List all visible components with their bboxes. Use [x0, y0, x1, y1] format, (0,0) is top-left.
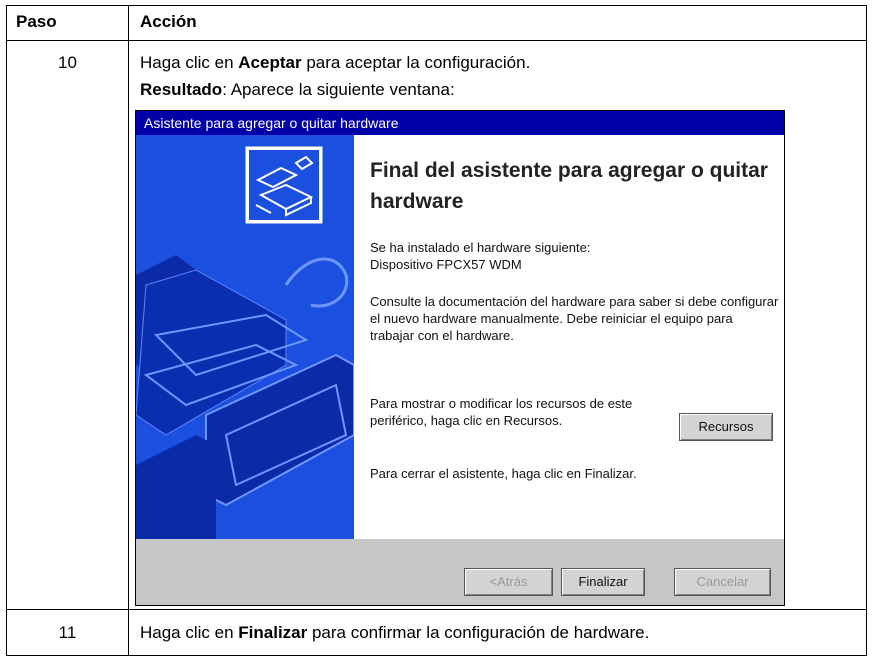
step-number-11: 11	[58, 623, 77, 642]
header-accion: Acción	[140, 12, 197, 31]
header-divider	[7, 40, 866, 41]
finish-button[interactable]: Finalizar	[561, 568, 645, 596]
close-instruction: Para cerrar el asistente, haga clic en F…	[370, 466, 637, 481]
wizard-window: Asistente para agregar o quitar hardware	[135, 110, 785, 606]
device-name: Dispositivo FPCX57 WDM	[370, 257, 522, 272]
column-divider	[128, 6, 129, 655]
step-10-instruction: Haga clic en Aceptar para aceptar la con…	[140, 53, 531, 72]
step-11-instruction: Haga clic en Finalizar para confirmar la…	[140, 623, 650, 642]
hardware-illustration	[136, 146, 354, 539]
wizard-footer: <Atrás Finalizar Cancelar	[136, 539, 784, 605]
step-10-result: Resultado: Aparece la siguiente ventana:	[140, 80, 455, 99]
step-number-10: 10	[58, 53, 77, 72]
instruction-table: Paso Acción 10 Haga clic en Aceptar para…	[6, 5, 867, 656]
wizard-heading: Final del asistente para agregar o quita…	[370, 159, 768, 213]
wizard-content: Final del asistente para agregar o quita…	[354, 135, 784, 539]
wizard-side-graphic	[136, 135, 354, 539]
recursos-button[interactable]: Recursos	[679, 413, 773, 441]
header-paso: Paso	[16, 12, 57, 31]
row-divider	[7, 609, 866, 610]
resources-text: Para mostrar o modificar los recursos de…	[370, 396, 633, 428]
installed-label: Se ha instalado el hardware siguiente:	[370, 240, 591, 255]
consult-text: Consulte la documentación del hardware p…	[370, 294, 779, 343]
back-button[interactable]: <Atrás	[464, 568, 553, 596]
wizard-title-bar: Asistente para agregar o quitar hardware	[136, 111, 784, 135]
cancel-button[interactable]: Cancelar	[674, 568, 771, 596]
